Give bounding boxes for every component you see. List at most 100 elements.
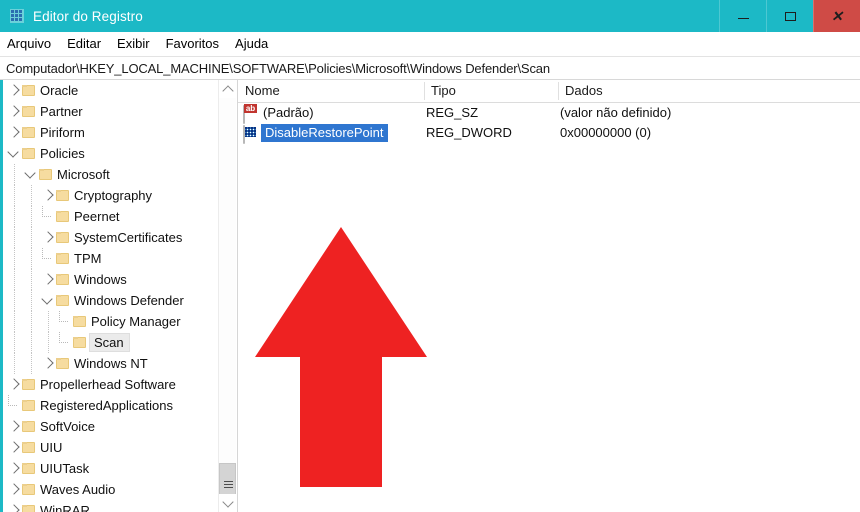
- tree-guide-line: [14, 353, 16, 374]
- column-header-tipo[interactable]: Tipo: [424, 80, 456, 102]
- menu-item-arquivo[interactable]: Arquivo: [0, 32, 59, 56]
- expand-chevron-right-icon[interactable]: [7, 374, 22, 395]
- tree-guide-line: [14, 248, 16, 269]
- chevron-right-icon: [8, 462, 20, 474]
- restore-icon: [784, 11, 796, 21]
- chevron-right-icon: [8, 483, 20, 495]
- folder-icon: [22, 463, 35, 474]
- tree-item-uiu[interactable]: UIU: [3, 437, 218, 458]
- tree-item-label: Peernet: [74, 209, 120, 224]
- scrollbar-grip-icon: [224, 481, 233, 489]
- collapse-chevron-down-icon[interactable]: [7, 143, 22, 164]
- tree-item-piriform[interactable]: Piriform: [3, 122, 218, 143]
- chevron-right-icon: [8, 105, 20, 117]
- tree-item-registeredapplications[interactable]: RegisteredApplications: [3, 395, 218, 416]
- folder-icon: [22, 379, 35, 390]
- tree-item-label: SoftVoice: [40, 419, 95, 434]
- collapse-chevron-down-icon[interactable]: [24, 164, 39, 185]
- tree-item-label: Oracle: [40, 83, 79, 98]
- tree-item-systemcertificates[interactable]: SystemCertificates: [3, 227, 218, 248]
- tree-item-peernet[interactable]: Peernet: [3, 206, 218, 227]
- close-button[interactable]: ✕: [813, 0, 860, 32]
- tree-guide-line: [31, 248, 33, 269]
- scroll-down-button[interactable]: [219, 494, 236, 512]
- chevron-down-icon: [221, 495, 234, 508]
- column-header-dados[interactable]: Dados: [558, 80, 603, 102]
- tree-guide-line: [14, 269, 16, 290]
- value-row-default[interactable]: (Padrão) REG_SZ (valor não definido): [238, 103, 860, 124]
- folder-icon: [22, 421, 35, 432]
- expand-chevron-right-icon[interactable]: [41, 227, 56, 248]
- tree-item-microsoft[interactable]: Microsoft: [3, 164, 218, 185]
- folder-icon: [56, 295, 69, 306]
- tree-scrollbar[interactable]: [218, 80, 236, 512]
- expand-chevron-right-icon[interactable]: [41, 269, 56, 290]
- expand-chevron-right-icon[interactable]: [7, 479, 22, 500]
- expand-chevron-right-icon[interactable]: [7, 122, 22, 143]
- tree-item-uiutask[interactable]: UIUTask: [3, 458, 218, 479]
- folder-icon: [56, 274, 69, 285]
- tree-guide-line: [31, 290, 33, 311]
- tree-leaf-stub: [41, 248, 56, 269]
- tree-item-label: UIUTask: [40, 461, 90, 476]
- tree-item-windows[interactable]: Windows: [3, 269, 218, 290]
- tree-guide-line: [14, 227, 16, 248]
- expand-chevron-right-icon[interactable]: [7, 80, 22, 101]
- tree-stub-vline: [8, 395, 10, 406]
- folder-icon: [22, 400, 35, 411]
- tree-item-label: SystemCertificates: [74, 230, 183, 245]
- registry-values-pane: Nome Tipo Dados (Padrão) REG_SZ (valor n…: [237, 80, 860, 512]
- tree-item-softvoice[interactable]: SoftVoice: [3, 416, 218, 437]
- expand-chevron-right-icon[interactable]: [7, 101, 22, 122]
- tree-item-policies[interactable]: Policies: [3, 143, 218, 164]
- tree-item-policy-manager[interactable]: Policy Manager: [3, 311, 218, 332]
- tree-item-scan[interactable]: Scan: [3, 332, 218, 353]
- menu-item-favoritos[interactable]: Favoritos: [158, 32, 227, 56]
- close-icon: ✕: [831, 8, 843, 24]
- tree-guide-line: [31, 269, 33, 290]
- expand-chevron-right-icon[interactable]: [41, 185, 56, 206]
- menu-item-ajuda[interactable]: Ajuda: [227, 32, 276, 56]
- value-row-disablerestorepoint[interactable]: DisableRestorePoint REG_DWORD 0x00000000…: [238, 123, 860, 144]
- address-bar[interactable]: Computador\HKEY_LOCAL_MACHINE\SOFTWARE\P…: [0, 57, 860, 80]
- folder-icon: [22, 85, 35, 96]
- tree-item-windows-nt[interactable]: Windows NT: [3, 353, 218, 374]
- tree-guide-line: [31, 227, 33, 248]
- tree-item-cryptography[interactable]: Cryptography: [3, 185, 218, 206]
- expand-chevron-right-icon[interactable]: [7, 437, 22, 458]
- chevron-right-icon: [8, 378, 20, 390]
- expand-chevron-right-icon[interactable]: [7, 416, 22, 437]
- tree-item-label: Propellerhead Software: [40, 377, 176, 392]
- folder-icon: [56, 253, 69, 264]
- tree-guide-line: [14, 185, 16, 206]
- restore-button[interactable]: [766, 0, 813, 32]
- registry-editor-window: Editor do Registro ✕ Arquivo Editar Exib…: [0, 0, 860, 512]
- dword-value-icon: [243, 125, 258, 144]
- tree-item-propellerhead-software[interactable]: Propellerhead Software: [3, 374, 218, 395]
- tree-item-partner[interactable]: Partner: [3, 101, 218, 122]
- collapse-chevron-down-icon[interactable]: [41, 290, 56, 311]
- expand-chevron-right-icon[interactable]: [41, 353, 56, 374]
- expand-chevron-right-icon[interactable]: [7, 458, 22, 479]
- tree-item-label: Microsoft: [57, 167, 110, 182]
- chevron-right-icon: [42, 357, 54, 369]
- registry-path: Computador\HKEY_LOCAL_MACHINE\SOFTWARE\P…: [6, 60, 550, 76]
- scroll-up-button[interactable]: [219, 80, 236, 98]
- tree-item-tpm[interactable]: TPM: [3, 248, 218, 269]
- expand-chevron-right-icon[interactable]: [7, 500, 22, 512]
- scrollbar-track[interactable]: [219, 98, 236, 505]
- tree-item-label: TPM: [74, 251, 102, 266]
- menu-item-editar[interactable]: Editar: [59, 32, 109, 56]
- tree-item-label: WinRAR: [40, 503, 90, 512]
- column-header-nome[interactable]: Nome: [238, 80, 280, 102]
- tree-item-windows-defender[interactable]: Windows Defender: [3, 290, 218, 311]
- tree-guide-line: [14, 290, 16, 311]
- menu-item-exibir[interactable]: Exibir: [109, 32, 158, 56]
- tree-item-waves-audio[interactable]: Waves Audio: [3, 479, 218, 500]
- tree-item-winrar[interactable]: WinRAR: [3, 500, 218, 512]
- registry-key-tree[interactable]: Oracle Partner Piriform Policies Microsoft Cr…: [3, 80, 218, 512]
- tree-item-oracle[interactable]: Oracle: [3, 80, 218, 101]
- tree-stub-vline: [59, 332, 61, 343]
- minimize-button[interactable]: [719, 0, 766, 32]
- chevron-down-icon: [7, 146, 19, 158]
